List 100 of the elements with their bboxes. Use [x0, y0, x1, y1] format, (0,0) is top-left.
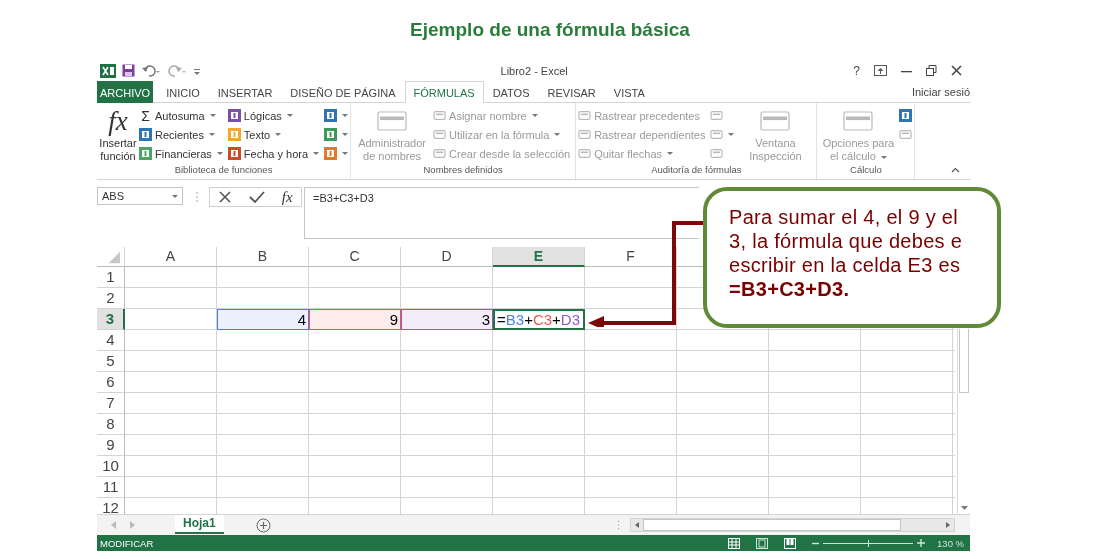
- ribbon-button[interactable]: Recientes: [139, 125, 226, 144]
- caret-icon: [286, 114, 293, 117]
- ribbon-display-icon[interactable]: [874, 65, 887, 76]
- small-tool-icon: [578, 128, 592, 141]
- group-label: Cálculo: [849, 164, 883, 177]
- scroll-left-icon[interactable]: [635, 522, 639, 528]
- caret-icon: [275, 133, 282, 136]
- page-break-icon[interactable]: [784, 537, 797, 549]
- ribbon-button[interactable]: Texto: [227, 125, 323, 144]
- ribbon-tab[interactable]: INICIO: [157, 81, 209, 103]
- ribbon-button[interactable]: Fecha y hora: [227, 144, 323, 163]
- function-symbol: fx: [108, 106, 128, 136]
- help-button[interactable]: ?: [853, 63, 860, 78]
- caret-icon: [313, 152, 320, 155]
- sign-in-link[interactable]: Iniciar sesió: [911, 81, 970, 102]
- ribbon-button[interactable]: [324, 125, 349, 144]
- small-tool-icon: [433, 109, 447, 122]
- check-icon[interactable]: [249, 190, 266, 204]
- table-cell[interactable]: 3: [401, 309, 493, 330]
- table-cell[interactable]: =B3+C3+D3: [493, 309, 585, 330]
- spreadsheet-icon[interactable]: [100, 63, 116, 78]
- vertical-scrollbar[interactable]: [957, 329, 970, 514]
- ribbon-tab[interactable]: DISEÑO DE PÁGINA: [281, 81, 405, 103]
- caret-icon: [342, 114, 349, 117]
- caret-icon: [342, 133, 349, 136]
- group-label: Auditoría de fórmulas: [650, 164, 743, 177]
- ribbon-tab[interactable]: FÓRMULAS: [404, 81, 484, 103]
- window-title: Libro2 - Excel: [499, 64, 569, 77]
- caret-icon: [209, 114, 216, 117]
- normal-view-icon[interactable]: [728, 537, 741, 549]
- redo-icon[interactable]: [167, 64, 187, 77]
- group-label: Nombres definidos: [422, 164, 504, 177]
- collapse-icon[interactable]: [951, 167, 960, 173]
- ribbon-tab[interactable]: REVISAR: [538, 81, 605, 103]
- undo-icon[interactable]: [141, 64, 161, 77]
- caret-icon: [172, 194, 178, 198]
- column-header[interactable]: F: [585, 247, 677, 267]
- horizontal-scrollbar[interactable]: [630, 518, 955, 532]
- function-symbol: Σ: [140, 107, 151, 124]
- caret-icon: [531, 114, 538, 117]
- column-header[interactable]: B: [217, 247, 309, 267]
- add-sheet-icon[interactable]: [255, 517, 271, 533]
- zoom-level[interactable]: 130 %: [937, 537, 964, 549]
- ribbon-button[interactable]: Lógicas: [227, 106, 323, 125]
- row-header[interactable]: 7: [97, 393, 125, 414]
- scroll-right-icon[interactable]: [946, 522, 950, 528]
- row-header[interactable]: 5: [97, 351, 125, 372]
- row-header[interactable]: 4: [97, 330, 125, 351]
- table-cell[interactable]: 9: [309, 309, 401, 330]
- small-tool-icon: [578, 147, 592, 160]
- file-tab[interactable]: ARCHIVO: [97, 81, 154, 103]
- save-icon[interactable]: [122, 64, 135, 77]
- restore-icon[interactable]: [926, 65, 937, 76]
- caret-icon: [208, 133, 215, 136]
- ribbon-button[interactable]: Σ Autosuma: [139, 106, 226, 125]
- ribbon-button[interactable]: [324, 144, 349, 163]
- caret-icon: [554, 133, 561, 136]
- small-tool-icon: [433, 147, 447, 160]
- ribbon-tab[interactable]: VISTA: [604, 81, 654, 103]
- small-tool-icon: [578, 109, 592, 122]
- ribbon-button[interactable]: fx Insertar función: [99, 106, 137, 163]
- row-header[interactable]: 1: [97, 267, 125, 288]
- column-header[interactable]: E: [493, 247, 585, 267]
- status-mode: MODIFICAR: [99, 537, 154, 549]
- formula-field[interactable]: =B3+C3+D3: [304, 187, 699, 239]
- row-header[interactable]: 10: [97, 456, 125, 477]
- column-header[interactable]: C: [309, 247, 401, 267]
- small-tool-icon: [710, 147, 724, 160]
- caret-icon: [728, 133, 735, 136]
- ribbon-button[interactable]: Financieras: [139, 144, 226, 163]
- zoom-in-icon[interactable]: [917, 539, 926, 547]
- close-icon[interactable]: [951, 65, 962, 76]
- group-label: Biblioteca de funciones: [173, 164, 274, 177]
- row-header[interactable]: 9: [97, 435, 125, 456]
- caret-icon: [342, 152, 349, 155]
- ribbon-button[interactable]: [324, 106, 349, 125]
- ribbon-tab[interactable]: DATOS: [483, 81, 539, 103]
- column-header[interactable]: A: [125, 247, 217, 267]
- slide-title: Ejemplo de una fórmula básica: [409, 18, 691, 42]
- caret-icon: [880, 155, 887, 159]
- name-box[interactable]: ABS: [97, 187, 183, 205]
- small-tool-icon: [710, 109, 724, 122]
- sheet-tab[interactable]: Hoja1: [175, 515, 224, 534]
- grip-icon: [617, 520, 620, 530]
- ribbon-tab[interactable]: INSERTAR: [208, 81, 282, 103]
- small-tool-icon: [899, 128, 913, 141]
- insert-function-button[interactable]: fx: [281, 188, 293, 206]
- small-tool-icon: [710, 128, 724, 141]
- caret-icon: [216, 152, 223, 155]
- small-tool-icon: [433, 128, 447, 141]
- page-layout-icon[interactable]: [756, 537, 769, 549]
- cancel-icon[interactable]: [218, 190, 233, 204]
- row-header[interactable]: 11: [97, 477, 125, 498]
- row-header[interactable]: 6: [97, 372, 125, 393]
- caret-icon: [667, 152, 673, 155]
- row-header[interactable]: 3: [97, 309, 125, 330]
- scroll-down-icon[interactable]: [960, 506, 968, 510]
- row-header[interactable]: 8: [97, 414, 125, 435]
- table-cell[interactable]: 4: [217, 309, 309, 330]
- callout-text: Para sumar el 4, el 9 y el 3, la fórmula que debes e escribir en la celda E3 es =B3+C3+D3.: [729, 205, 964, 301]
